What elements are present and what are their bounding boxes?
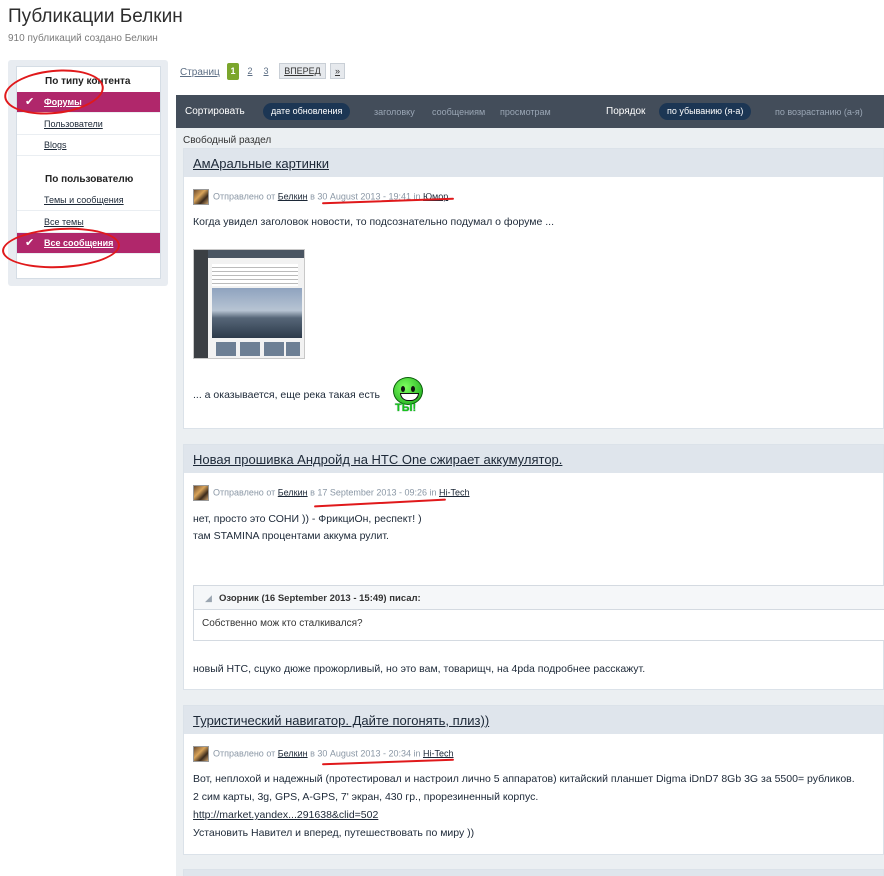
market-link[interactable]: http://market.yandex...291638&clid=502 xyxy=(193,809,378,821)
post-meta: Отправлено от Белкин в 30 August 2013 - … xyxy=(193,189,448,205)
post-text: Вот, неплохой и надежный (протестировал … xyxy=(193,773,855,785)
sort-bar: Сортировать дате обновления заголовку со… xyxy=(176,95,884,128)
order-descending[interactable]: по убыванию (я-а) xyxy=(659,103,752,120)
page-2-link[interactable]: 2 xyxy=(244,63,256,80)
post-text: там STAMINA процентами аккума рулит. xyxy=(193,530,389,542)
next-page-button[interactable]: ВПЕРЕД xyxy=(279,63,326,79)
category-link[interactable]: Hi-Tech xyxy=(439,487,470,497)
author-link[interactable]: Белкин xyxy=(278,748,308,758)
post-card: Новая прошивка Андройд на HTC One сжирае… xyxy=(183,444,884,690)
post-card xyxy=(183,869,884,876)
post-header: Новая прошивка Андройд на HTC One сжирае… xyxy=(184,445,883,473)
post-title-link[interactable]: АмАральные картинки xyxy=(193,156,329,171)
order-label: Порядок xyxy=(606,106,646,117)
quote-text: Собственно мож кто сталкивался? xyxy=(202,618,363,629)
post-text: Когда увидел заголовок новости, то подсо… xyxy=(193,216,554,228)
post-card: Туристический навигатор. Дайте погонять,… xyxy=(183,705,884,855)
post-header: АмАральные картинки xyxy=(184,149,883,177)
avatar[interactable] xyxy=(193,485,209,501)
page-title: Публикации Белкин xyxy=(8,6,183,27)
sidebar-item-topics-and-posts[interactable]: Темы и сообщения xyxy=(17,190,160,211)
post-text: Установить Навител и вперед, путешествов… xyxy=(193,827,475,839)
sidebar-item-label: Пользователи xyxy=(44,119,103,129)
quote-block: ◢ Озорник (16 September 2013 - 15:49) пи… xyxy=(193,585,884,641)
post-text: новый HTC, сцуко дюже прожорливый, но эт… xyxy=(193,663,646,675)
smiley-caption: ТЫ! xyxy=(395,402,417,414)
sort-by-views[interactable]: просмотрам xyxy=(500,107,551,117)
author-link[interactable]: Белкин xyxy=(278,487,308,497)
author-link[interactable]: Белкин xyxy=(278,191,308,201)
sidebar-item-users[interactable]: Пользователи xyxy=(17,114,160,135)
page-1-button[interactable]: 1 xyxy=(227,63,239,80)
sidebar-item-label: Blogs xyxy=(44,140,67,150)
avatar[interactable] xyxy=(193,189,209,205)
sidebar-item-label: Темы и сообщения xyxy=(44,195,124,205)
order-ascending[interactable]: по возрастанию (а-я) xyxy=(775,107,863,117)
smiley-emoticon: ТЫ! xyxy=(393,377,423,417)
post-text: 2 сим карты, 3g, GPS, A-GPS, 7' экран, 4… xyxy=(193,791,539,803)
sidebar-heading-by-user: По пользователю xyxy=(45,174,134,185)
page-3-link[interactable]: 3 xyxy=(260,63,272,80)
quote-author: Озорник (16 September 2013 - 15:49) писа… xyxy=(219,593,421,604)
post-text: ... а оказывается, еще река такая есть xyxy=(193,389,380,401)
sort-by-posts[interactable]: сообщениям xyxy=(432,107,485,117)
sort-label: Сортировать xyxy=(185,106,245,117)
sort-by-date-updated[interactable]: дате обновления xyxy=(263,103,351,120)
post-date: 17 September 2013 - 09:26 xyxy=(317,487,427,498)
post-text: нет, просто это СОНИ )) - ФрикциОн, респ… xyxy=(193,513,422,525)
section-label: Свободный раздел xyxy=(183,135,272,146)
avatar[interactable] xyxy=(193,746,209,762)
post-card: АмАральные картинки Отправлено от Белкин… xyxy=(183,148,884,429)
sort-by-title[interactable]: заголовку xyxy=(374,107,415,117)
post-image[interactable] xyxy=(193,249,305,359)
category-link[interactable]: Hi-Tech xyxy=(423,748,454,758)
last-page-button[interactable]: » xyxy=(330,63,345,79)
sidebar-item-label: Все темы xyxy=(44,217,84,227)
sidebar-item-blogs[interactable]: Blogs xyxy=(17,135,160,156)
post-title-link[interactable]: Новая прошивка Андройд на HTC One сжирае… xyxy=(193,452,562,467)
post-date: 30 August 2013 - 20:34 xyxy=(317,748,411,759)
post-header: Туристический навигатор. Дайте погонять,… xyxy=(184,706,883,734)
pagination-label[interactable]: Страниц xyxy=(180,67,220,78)
quote-icon: ◢ xyxy=(205,593,212,603)
page-subtitle: 910 публикаций создано Белкин xyxy=(8,33,158,44)
post-title-link[interactable]: Туристический навигатор. Дайте погонять,… xyxy=(193,713,489,728)
